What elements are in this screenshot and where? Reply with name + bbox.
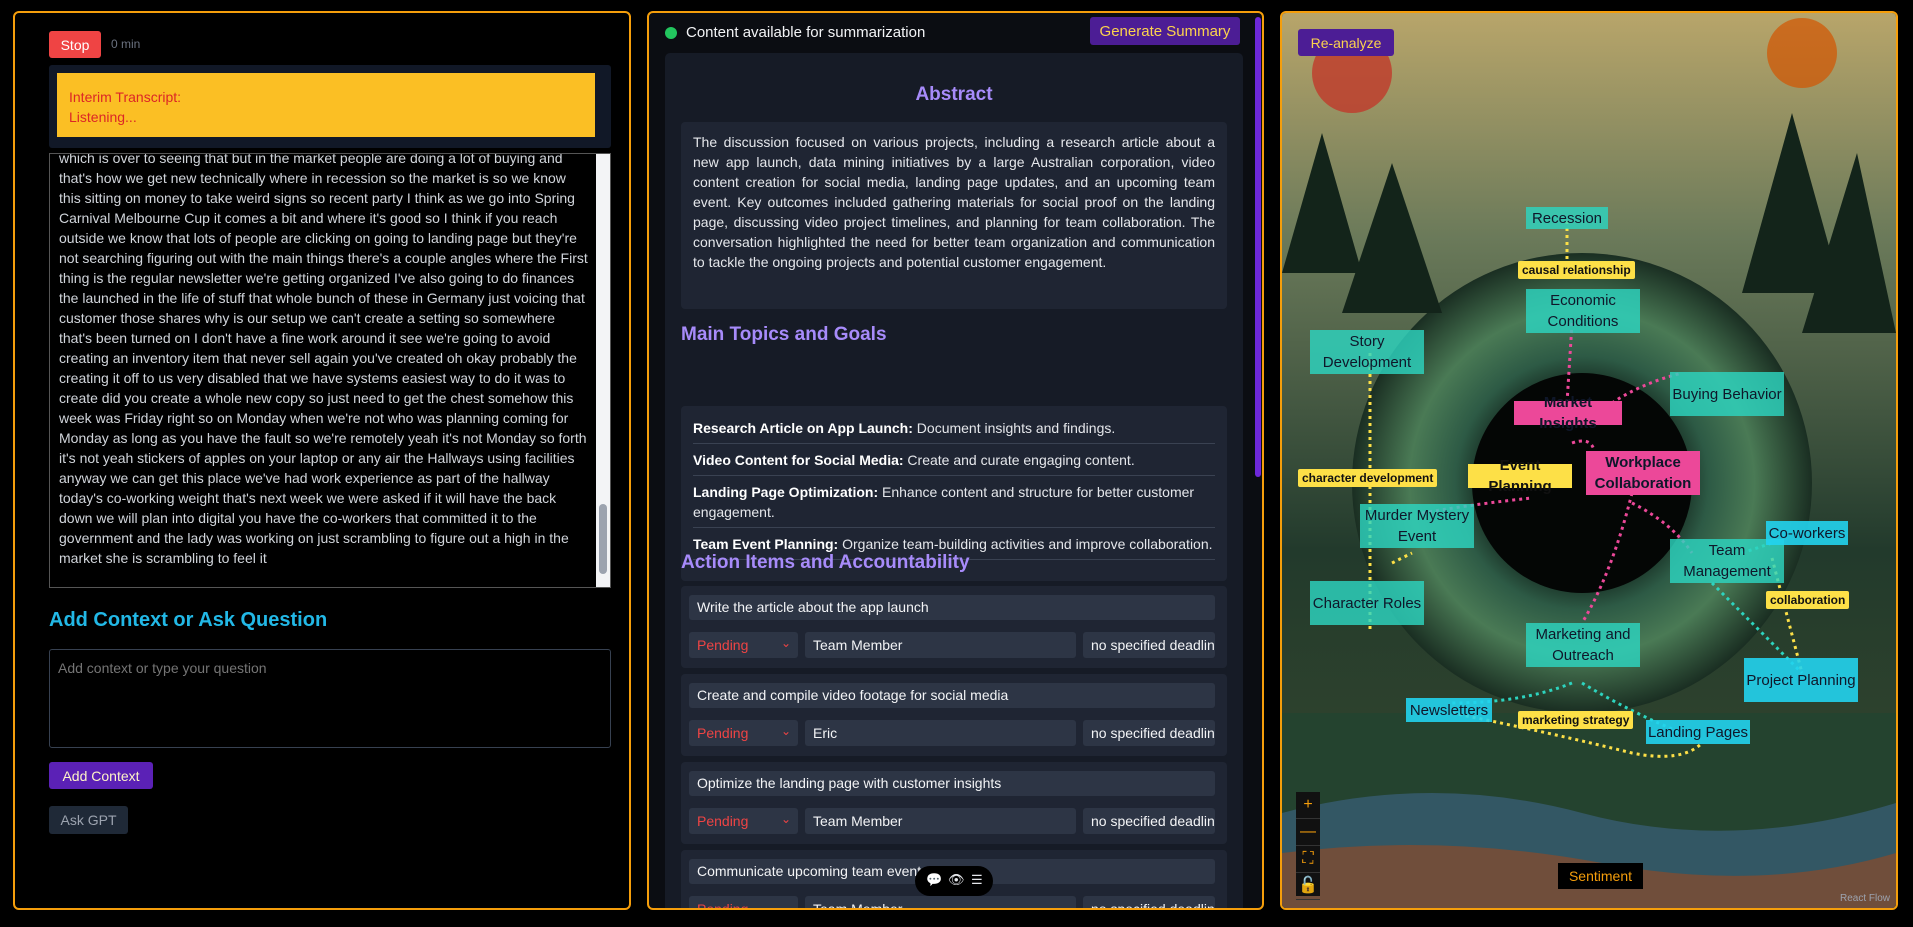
fit-view-icon[interactable]: ⛶ xyxy=(1296,846,1320,873)
node-buying-behavior[interactable]: Buying Behavior xyxy=(1670,372,1784,416)
action-status-select[interactable]: Pending ⌄ xyxy=(689,896,798,910)
generate-summary-button[interactable]: Generate Summary xyxy=(1090,17,1240,45)
transcript-panel: Stop 0 min Interim Transcript: Listening… xyxy=(13,11,631,910)
chevron-down-icon: ⌄ xyxy=(780,636,791,650)
ask-gpt-button[interactable]: Ask GPT xyxy=(49,806,128,834)
topic-item: Landing Page Optimization: Enhance conte… xyxy=(693,476,1215,528)
edge-label-collaboration: collaboration xyxy=(1766,591,1850,609)
mind-map-panel[interactable]: Re-analyze Recession causal relationship… xyxy=(1280,11,1898,910)
action-item: Optimize the landing page with customer … xyxy=(681,762,1227,844)
action-status-select[interactable]: Pending ⌄ xyxy=(689,632,798,658)
abstract-text: The discussion focused on various projec… xyxy=(681,122,1227,309)
react-flow-attribution[interactable]: React Flow xyxy=(1840,893,1890,904)
action-task-field[interactable]: Create and compile video footage for soc… xyxy=(689,683,1215,708)
sentiment-button[interactable]: Sentiment xyxy=(1558,863,1643,889)
action-status-select[interactable]: Pending ⌄ xyxy=(689,720,798,746)
chat-icon[interactable]: 💬 xyxy=(926,872,942,888)
lock-icon[interactable]: 🔓 xyxy=(1296,873,1320,900)
edge-label-character-development: character development xyxy=(1298,469,1438,487)
node-economic-conditions[interactable]: Economic Conditions xyxy=(1526,289,1640,333)
topic-item: Research Article on App Launch: Document… xyxy=(693,412,1215,444)
context-title: Add Context or Ask Question xyxy=(49,609,328,631)
action-task-field[interactable]: Write the article about the app launch xyxy=(689,595,1215,620)
edge-label-marketing-strategy: marketing strategy xyxy=(1518,711,1634,729)
flow-controls: + — ⛶ 🔓 xyxy=(1296,792,1320,900)
eye-icon[interactable]: 👁 xyxy=(948,872,965,888)
status-text: Content available for summarization xyxy=(686,24,926,41)
chevron-down-icon: ⌄ xyxy=(780,812,791,826)
topics-title: Main Topics and Goals xyxy=(681,324,887,345)
node-workplace-collaboration[interactable]: Workplace Collaboration xyxy=(1586,451,1700,495)
node-team-management[interactable]: Team Management xyxy=(1670,539,1784,583)
node-character-roles[interactable]: Character Roles xyxy=(1310,581,1424,625)
add-context-button[interactable]: Add Context xyxy=(49,762,153,789)
zoom-out-icon[interactable]: — xyxy=(1296,819,1320,846)
chevron-down-icon: ⌄ xyxy=(780,900,791,910)
node-recession[interactable]: Recession xyxy=(1526,207,1608,229)
node-story-development[interactable]: Story Development xyxy=(1310,330,1424,374)
interim-container: Interim Transcript: Listening... xyxy=(49,65,611,148)
action-owner-field[interactable]: Team Member xyxy=(805,808,1076,834)
interim-status: Listening... xyxy=(69,109,137,125)
timer-label: 0 min xyxy=(111,37,141,51)
context-input[interactable] xyxy=(49,649,611,748)
stop-button[interactable]: Stop xyxy=(49,31,101,58)
node-project-planning[interactable]: Project Planning xyxy=(1744,658,1858,702)
node-landing-pages[interactable]: Landing Pages xyxy=(1646,720,1750,744)
action-deadline-field[interactable]: no specified deadline xyxy=(1083,720,1215,746)
transcript-scrollbar[interactable] xyxy=(596,154,610,587)
action-owner-field[interactable]: Team Member xyxy=(805,632,1076,658)
interim-title: Interim Transcript: xyxy=(69,89,182,105)
summary-scrollbar[interactable] xyxy=(1255,17,1261,477)
floating-toolbar: 💬 👁 ☰ xyxy=(915,866,993,896)
node-co-workers[interactable]: Co-workers xyxy=(1766,521,1848,545)
action-owner-field[interactable]: Team Member xyxy=(805,896,1076,908)
action-status-select[interactable]: Pending ⌄ xyxy=(689,808,798,834)
edge-label-causal: causal relationship xyxy=(1518,261,1635,279)
zoom-in-icon[interactable]: + xyxy=(1296,792,1320,819)
summary-content: Abstract The discussion focused on vario… xyxy=(665,53,1243,910)
summary-panel: Content available for summarization Gene… xyxy=(647,11,1264,910)
reanalyze-button[interactable]: Re-analyze xyxy=(1298,29,1394,56)
action-owner-field[interactable]: Eric xyxy=(805,720,1076,746)
list-icon[interactable]: ☰ xyxy=(971,872,983,888)
action-task-field[interactable]: Optimize the landing page with customer … xyxy=(689,771,1215,796)
node-marketing-and-outreach[interactable]: Marketing and Outreach xyxy=(1526,623,1640,667)
actions-title: Action Items and Accountability xyxy=(681,552,970,573)
action-deadline-field[interactable]: no specified deadline xyxy=(1083,632,1215,658)
node-event-planning[interactable]: Event Planning xyxy=(1468,457,1572,495)
abstract-title: Abstract xyxy=(915,84,993,105)
action-deadline-field[interactable]: no specified deadline xyxy=(1083,808,1215,834)
interim-transcript: Interim Transcript: Listening... xyxy=(57,73,595,137)
node-murder-mystery-event[interactable]: Murder Mystery Event xyxy=(1360,504,1474,548)
status-indicator-icon xyxy=(665,27,677,39)
action-item: Create and compile video footage for soc… xyxy=(681,674,1227,756)
action-item: Write the article about the app launch P… xyxy=(681,586,1227,668)
node-market-insights[interactable]: Market Insights xyxy=(1514,394,1622,432)
node-newsletters[interactable]: Newsletters xyxy=(1406,698,1492,722)
action-deadline-field[interactable]: no specified deadline xyxy=(1083,896,1215,908)
topic-item: Video Content for Social Media: Create a… xyxy=(693,444,1215,476)
chevron-down-icon: ⌄ xyxy=(780,724,791,738)
transcript-text: which is over to seeing that but in the … xyxy=(59,154,588,566)
transcript-box[interactable]: which is over to seeing that but in the … xyxy=(49,153,611,588)
